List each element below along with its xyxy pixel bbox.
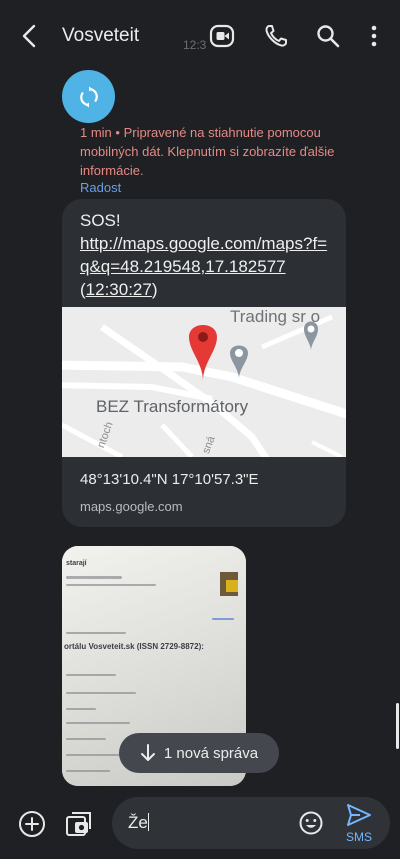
map-coordinates: 48°13'10.4"N 17°10'57.3"E	[80, 471, 259, 488]
arrow-down-icon	[140, 744, 155, 761]
back-arrow-icon[interactable]	[18, 22, 42, 50]
video-call-icon[interactable]	[208, 22, 236, 50]
map-preview[interactable]: Trading sr o BEZ Transformátory ntoch sn…	[62, 307, 346, 457]
map-label-trading: Trading sr o	[230, 307, 321, 326]
send-sms-label: SMS	[345, 830, 372, 844]
message-text: SOS! http://maps.google.com/maps?f=q&q=4…	[62, 199, 346, 301]
sync-icon	[79, 86, 98, 107]
send-icon	[347, 804, 371, 826]
map-label-place: BEZ Transformátory	[96, 397, 249, 416]
sender-name: Radost	[80, 180, 122, 195]
message-input-text[interactable]: Že	[128, 813, 149, 833]
message-bubble[interactable]: SOS! http://maps.google.com/maps?f=q&q=4…	[62, 199, 346, 527]
scrollbar[interactable]	[396, 703, 399, 749]
app-bar: Vosveteit 12:3	[0, 0, 400, 72]
message-input[interactable]: Že SMS	[112, 797, 390, 849]
add-circle-icon[interactable]	[17, 809, 47, 839]
photo-text: ortálu Vosveteit.sk (ISSN 2729-8872):	[64, 642, 204, 651]
composer-bar: Že SMS	[0, 792, 400, 859]
maps-link[interactable]: http://maps.google.com/maps?f=q&q=48.219…	[80, 234, 327, 276]
search-icon[interactable]	[314, 22, 342, 50]
time-link[interactable]: 12:30:27	[86, 280, 152, 299]
map-domain: maps.google.com	[80, 499, 183, 514]
send-sms-button[interactable]: SMS	[342, 803, 376, 844]
new-message-label: 1 nová správa	[163, 744, 259, 762]
conversation-title[interactable]: Vosveteit	[62, 25, 139, 47]
new-message-pill[interactable]: 1 nová správa	[119, 733, 279, 773]
emoji-icon[interactable]	[298, 810, 324, 836]
photo-text: starají	[66, 560, 87, 567]
download-notice[interactable]: 1 min • Pripravené na stiahnutie pomocou…	[80, 123, 350, 180]
mms-download-button[interactable]	[62, 70, 115, 123]
header-timestamp: 12:3	[183, 38, 207, 52]
phone-icon[interactable]	[262, 22, 290, 50]
time-close: )	[151, 280, 158, 299]
more-vert-icon[interactable]	[362, 22, 390, 50]
message-line: SOS!	[80, 211, 121, 230]
gallery-camera-icon[interactable]	[64, 809, 94, 839]
